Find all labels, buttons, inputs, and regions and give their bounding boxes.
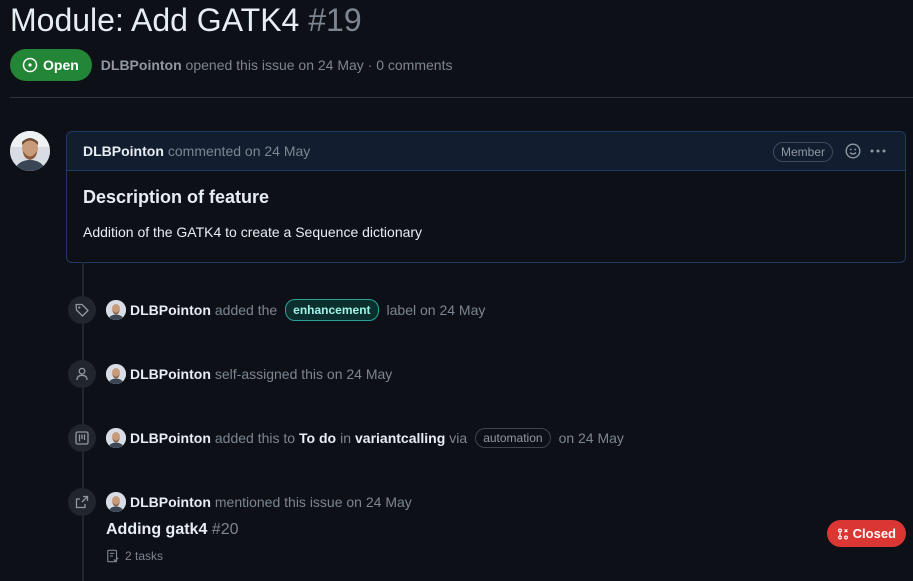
cross-reference-icon (68, 488, 96, 516)
event-user-link[interactable]: DLBPointon (130, 430, 211, 446)
closed-badge-label: Closed (852, 526, 896, 541)
event-text: mentioned this issue on 24 May (214, 494, 412, 510)
avatar[interactable] (106, 364, 126, 384)
member-badge: Member (772, 142, 833, 162)
comment-action[interactable]: commented on 24 May (168, 143, 310, 159)
enhancement-label[interactable]: enhancement (285, 299, 379, 321)
comment-author-link[interactable]: DLBPointon (83, 143, 164, 159)
avatar-image (10, 131, 50, 171)
event-text: added this to (214, 430, 296, 446)
referenced-issue-number: #20 (211, 521, 239, 538)
issue-meta-text: opened this issue on 24 May · 0 comments (185, 57, 453, 73)
issue-title: Module: Add GATK4 #19 (10, 2, 362, 39)
closed-badge: Closed (826, 520, 906, 547)
task-list-summary: 2 tasks (106, 549, 163, 563)
issue-number: #19 (308, 2, 362, 38)
comment-text: Addition of the GATK4 to create a Sequen… (83, 224, 423, 240)
header-divider (10, 97, 913, 98)
automation-badge: automation (475, 428, 551, 448)
timeline-event-mentioned: DLBPointon mentioned this issue on 24 Ma… (68, 486, 416, 518)
pull-request-closed-icon (837, 528, 848, 539)
comment-heading: Description of feature (83, 187, 270, 207)
project-link[interactable]: variantcalling (355, 430, 445, 446)
referenced-issue-title[interactable]: Adding gatk4 #20 (106, 521, 239, 539)
event-text: label on 24 May (386, 302, 486, 318)
timeline-event-assigned: DLBPointon self-assigned this on 24 May (68, 358, 396, 390)
event-user-link[interactable]: DLBPointon (130, 366, 211, 382)
issue-author-link[interactable]: DLBPointon (101, 57, 182, 73)
event-text: on 24 May (558, 430, 624, 446)
comment-body: Description of feature Addition of the G… (67, 171, 905, 256)
issue-state-label: Open (43, 57, 79, 73)
tag-icon (68, 296, 96, 324)
event-user-link[interactable]: DLBPointon (130, 494, 211, 510)
referenced-issue-name[interactable]: Adding gatk4 (106, 521, 207, 538)
comment-header: DLBPointon commented on 24 May Member (67, 132, 905, 171)
timeline-event-labeled: DLBPointon added the enhancement label o… (68, 294, 489, 326)
task-count: 2 tasks (125, 549, 164, 563)
avatar[interactable] (106, 428, 126, 448)
comment-box: DLBPointon commented on 24 May Member De… (66, 131, 906, 263)
avatar[interactable] (10, 131, 50, 171)
issue-meta: Open DLBPointon opened this issue on 24 … (10, 49, 452, 81)
event-user-link[interactable]: DLBPointon (130, 302, 211, 318)
project-icon (68, 424, 96, 452)
issue-state-badge: Open (10, 49, 92, 81)
issue-title-text: Module: Add GATK4 (10, 2, 300, 38)
smiley-icon[interactable] (845, 143, 861, 159)
event-text: via (449, 430, 468, 446)
person-icon (68, 360, 96, 388)
issue-opened-icon (22, 57, 38, 73)
event-text: self-assigned this on 24 May (214, 366, 393, 382)
checklist-icon (107, 549, 119, 563)
project-column: To do (299, 430, 337, 446)
event-text: added the (214, 302, 278, 318)
kebab-menu-icon[interactable] (869, 143, 887, 159)
avatar[interactable] (106, 492, 126, 512)
avatar[interactable] (106, 300, 126, 320)
event-text: in (340, 430, 352, 446)
timeline-event-project: DLBPointon added this to To do in varian… (68, 422, 628, 454)
